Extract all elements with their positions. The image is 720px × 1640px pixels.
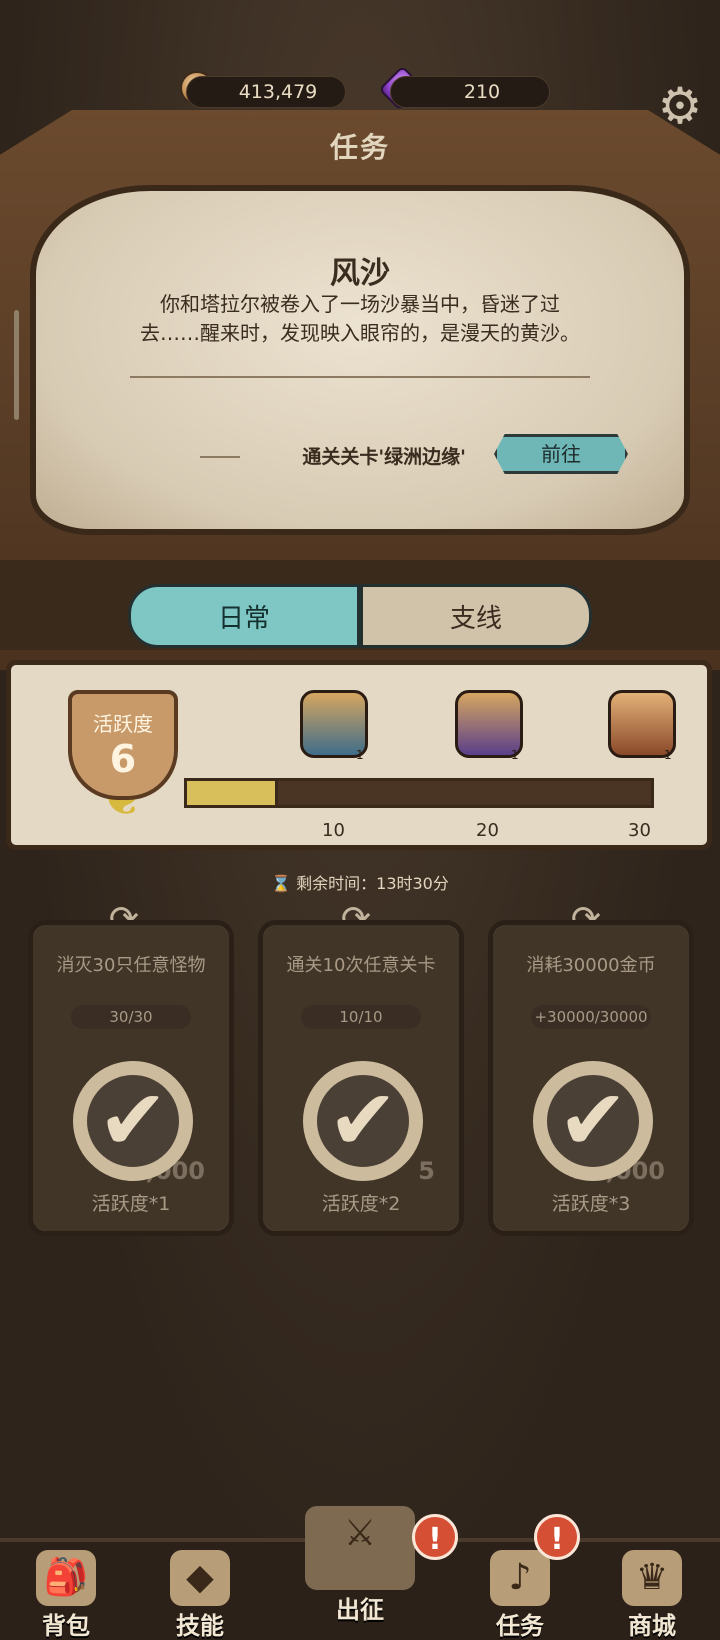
goal-text: 通关关卡'绿洲边缘' bbox=[302, 446, 466, 468]
quest-cost: 5 bbox=[418, 1157, 435, 1185]
skill-book-icon: ◆ bbox=[170, 1550, 230, 1606]
quest-title: 消灭30只任意怪物 bbox=[56, 955, 206, 976]
shop-crown-icon: ♛ bbox=[622, 1550, 682, 1606]
quest-reward: 活跃度*2 bbox=[321, 1193, 401, 1215]
quest-card[interactable]: 通关10次任意关卡 10/10 5 ✔ 活跃度*2 bbox=[258, 920, 464, 1236]
activity-label: 活跃度 bbox=[93, 712, 153, 736]
nav-expedition[interactable]: ⚔ 出征 bbox=[300, 1506, 420, 1640]
activity-badge: 活跃度 6 bbox=[68, 690, 178, 800]
check-icon: ✔ bbox=[303, 1061, 423, 1181]
nav-skills[interactable]: ◆ 技能 bbox=[140, 1550, 260, 1640]
remaining-time-text: 剩余时间：13时30分 bbox=[296, 874, 449, 893]
backpack-icon: 🎒 bbox=[36, 1550, 96, 1606]
quest-card[interactable]: 消灭30只任意怪物 30/30 5,000 ✔ 活跃度*1 bbox=[28, 920, 234, 1236]
quest-title: 通关10次任意关卡 bbox=[286, 955, 436, 976]
story-title: 风沙 bbox=[330, 256, 390, 291]
nav-label: 商城 bbox=[628, 1612, 676, 1640]
quest-title: 消耗30000金币 bbox=[526, 955, 656, 976]
story-divider bbox=[130, 376, 590, 378]
quest-progress: 10/10 bbox=[301, 1005, 421, 1029]
activity-value: 6 bbox=[109, 737, 137, 781]
hourglass-icon: ⌛ bbox=[271, 874, 292, 893]
tab-branch[interactable]: 支线 bbox=[360, 584, 592, 648]
horn-icon: ♪ bbox=[490, 1550, 550, 1606]
tab-daily[interactable]: 日常 bbox=[128, 584, 360, 648]
story-text: 你和塔拉尔被卷入了一场沙暴当中，昏迷了过去……醒来时，发现映入眼帘的，是漫天的黄… bbox=[140, 292, 580, 345]
goal-divider bbox=[200, 456, 240, 458]
quest-progress: 30/30 bbox=[71, 1005, 191, 1029]
nav-label: 出征 bbox=[336, 1596, 384, 1624]
chest-count: 1 bbox=[511, 748, 519, 762]
milestone-label: 20 bbox=[476, 820, 499, 841]
nav-label: 背包 bbox=[42, 1612, 90, 1640]
check-icon: ✔ bbox=[73, 1061, 193, 1181]
gem-amount: 210 bbox=[390, 76, 550, 108]
nav-shop[interactable]: ♛ 商城 bbox=[592, 1550, 712, 1640]
story-panel bbox=[30, 185, 690, 535]
alert-badge-icon: ! bbox=[412, 1514, 458, 1560]
activity-progress-fill bbox=[184, 778, 278, 808]
quest-reward: 活跃度*1 bbox=[91, 1193, 171, 1215]
resource-bar: 413,479 210 bbox=[0, 65, 720, 116]
remaining-time: ⌛ 剩余时间：13时30分 bbox=[0, 870, 720, 894]
alert-badge-icon: ! bbox=[534, 1514, 580, 1560]
quest-card[interactable]: 消耗30000金币 +30000/30000 30,000 ✔ 活跃度*3 bbox=[488, 920, 694, 1236]
nav-label: 技能 bbox=[176, 1612, 224, 1640]
scrollbar[interactable] bbox=[14, 310, 19, 420]
sword-map-icon: ⚔ bbox=[305, 1506, 415, 1590]
check-icon: ✔ bbox=[533, 1061, 653, 1181]
page-title: 任务 bbox=[329, 131, 390, 164]
gold-amount: 413,479 bbox=[186, 76, 346, 108]
nav-label: 任务 bbox=[496, 1612, 544, 1640]
go-button[interactable]: 前往 bbox=[494, 434, 628, 474]
nav-quests[interactable]: ♪ 任务 bbox=[460, 1550, 580, 1640]
milestone-label: 30 bbox=[628, 820, 651, 841]
nav-backpack[interactable]: 🎒 背包 bbox=[6, 1550, 126, 1640]
quest-progress: +30000/30000 bbox=[531, 1005, 651, 1029]
chest-count: 1 bbox=[664, 748, 672, 762]
milestone-label: 10 bbox=[322, 820, 345, 841]
chest-count: 1 bbox=[356, 748, 364, 762]
quest-reward: 活跃度*3 bbox=[551, 1193, 631, 1215]
